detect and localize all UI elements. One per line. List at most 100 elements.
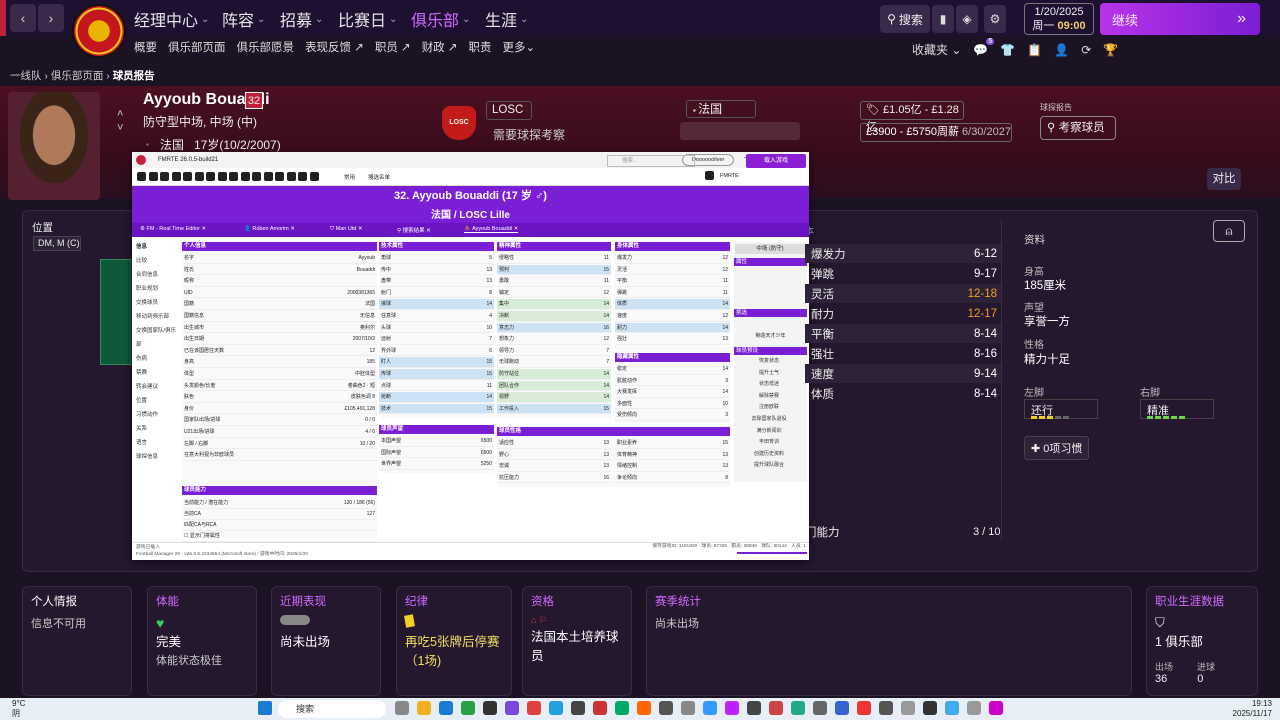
crumb-club-page[interactable]: 俱乐部页面: [51, 70, 104, 82]
toolbar-icon[interactable]: [240, 172, 250, 181]
attr-field-row[interactable]: 盯人 15: [379, 357, 494, 368]
attr-field-row[interactable]: 受伤倾向 3: [615, 410, 730, 421]
attr-field-row[interactable]: 射门 8: [379, 288, 494, 299]
side-menu-item[interactable]: 关系: [136, 422, 180, 436]
attr-field-row[interactable]: 国籍 法国: [182, 299, 377, 310]
taskbar-app-icon[interactable]: [505, 701, 519, 715]
taskbar-app-icon[interactable]: [857, 701, 871, 715]
career-card[interactable]: 职业生涯数据 ⛉ 1 俱乐部 出场 进球 36 0: [1146, 586, 1258, 696]
kit-icon[interactable]: 👕: [1000, 43, 1015, 57]
attr-field-row[interactable]: 多面性 10: [615, 399, 730, 410]
attr-field-row[interactable]: 爆发力 12: [615, 253, 730, 264]
taskbar-app-icon[interactable]: [791, 701, 805, 715]
toolbar-icon[interactable]: [194, 172, 204, 181]
quick-action-button[interactable]: 满分新闻训: [734, 427, 804, 435]
nav-matchday[interactable]: 比赛日 ⌄: [338, 7, 397, 31]
taskbar-app-icon[interactable]: [703, 701, 717, 715]
attr-field-row[interactable]: 大赛发挥 14: [615, 387, 730, 398]
taskbar-app-icon[interactable]: [967, 701, 981, 715]
attr-field-row[interactable]: 身高 185: [182, 357, 377, 368]
attr-field-row[interactable]: 灵活 12: [615, 265, 730, 276]
taskbar-app-icon[interactable]: [637, 701, 651, 715]
attr-field-row[interactable]: 国际声望 6500: [379, 448, 494, 459]
side-menu-item[interactable]: 球探信息: [136, 450, 180, 464]
attr-field-row[interactable]: 国家队出场/进球 0 / 0: [182, 415, 377, 426]
discipline-card[interactable]: 纪律 再吃5张牌后停赛（1场): [396, 586, 512, 696]
side-menu-item[interactable]: 移动到俱乐部: [136, 310, 180, 324]
taskbar-app-icon[interactable]: [417, 701, 431, 715]
attr-field-row[interactable]: 体质 14: [615, 299, 730, 310]
taskbar-app-icon[interactable]: [769, 701, 783, 715]
subnav-more[interactable]: 更多⌄: [503, 39, 536, 55]
fmrte-tb-common[interactable]: 常用: [344, 173, 355, 181]
attr-field-row[interactable]: UID 2000381365: [182, 288, 377, 299]
side-menu-item[interactable]: 比较: [136, 254, 180, 268]
personality-row[interactable]: 体育精神 13: [615, 450, 730, 461]
nav-squad[interactable]: 阵容 ⌄: [222, 7, 265, 31]
toolbar-icon[interactable]: [183, 172, 192, 181]
attr-field-row[interactable]: 团队合作 14: [497, 380, 611, 392]
side-menu-item[interactable]: 习惯动作: [136, 408, 180, 422]
eligibility-card[interactable]: 资格 ⌂ ⚐ 法国本土培养球员: [522, 586, 632, 696]
toolbar-icon[interactable]: [309, 172, 319, 181]
side-menu-item[interactable]: 交换国家队/俱乐部: [136, 324, 180, 352]
toolbar-icon[interactable]: [148, 172, 158, 181]
attr-field-row[interactable]: 在意大利视为非欧球员: [182, 450, 377, 461]
gear-icon[interactable]: ⚙: [984, 5, 1006, 33]
inbox-icon[interactable]: 💬 5: [973, 37, 995, 57]
attr-field-row[interactable]: 头发颜色/长度 卷曲色2 · 短: [182, 381, 377, 392]
taskbar-search[interactable]: 搜索: [278, 700, 386, 718]
taskbar-app-icon[interactable]: [549, 701, 563, 715]
attr-field-row[interactable]: 意志力 16: [497, 322, 611, 334]
side-menu-item[interactable]: 伤病: [136, 352, 180, 366]
side-menu-item[interactable]: 转会建议: [136, 380, 180, 394]
personality-row[interactable]: 忠诚 13: [497, 461, 611, 472]
attr-field-row[interactable]: 姓氏 Bouaddi: [182, 265, 377, 276]
taskbar-app-icon[interactable]: [747, 701, 761, 715]
attr-field-row[interactable]: 体型 中胚体型: [182, 369, 377, 380]
side-menu-item[interactable]: 信息: [136, 240, 180, 254]
side-menu-item[interactable]: 交换球员: [136, 296, 180, 310]
toolbar-icon[interactable]: [252, 172, 261, 181]
nation-field[interactable]: ▪ 法国: [686, 100, 756, 118]
tab-amorim[interactable]: 👤 Rúben Amorim ✕: [244, 226, 295, 232]
side-pick-label[interactable]: 制造天才少年: [734, 332, 807, 339]
attr-field-row[interactable]: 勇敢 11: [497, 276, 611, 287]
chat-icon[interactable]: [705, 171, 714, 180]
attr-field-row[interactable]: 侵略性 11: [497, 253, 611, 264]
fitness-card[interactable]: 体能 ♥ 完美 体能状态极佳: [147, 586, 257, 696]
back-button[interactable]: ‹: [10, 4, 36, 32]
favorites-dropdown[interactable]: 收藏夹 ⌄: [912, 41, 961, 58]
taskbar-app-icon[interactable]: [945, 701, 959, 715]
attr-field-row[interactable]: 稳定 14: [615, 364, 730, 375]
attr-field-row[interactable]: 界外球 6: [379, 346, 494, 357]
toolbar-icon[interactable]: [171, 172, 181, 181]
date-display[interactable]: 1/20/2025 周一 09:00: [1024, 3, 1094, 35]
taskbar-app-icon[interactable]: [901, 701, 915, 715]
fmrte-search-input[interactable]: 搜索...: [607, 155, 695, 167]
search-button[interactable]: ⚲ 搜索: [880, 5, 930, 33]
attr-field-row[interactable]: 名字 Ayyoub: [182, 253, 377, 264]
habits-button[interactable]: ✚ 0项习惯: [1024, 436, 1090, 460]
personality-row[interactable]: 职业素养 15: [615, 438, 730, 449]
ability-row[interactable]: 当前能力 / 潜在能力 130 / 186 (56): [182, 498, 377, 509]
subnav-duties[interactable]: 职责: [469, 39, 492, 55]
taskbar-app-icon[interactable]: [461, 701, 475, 715]
shield-icon[interactable]: ◈: [956, 5, 978, 33]
load-game-button[interactable]: 载入游戏: [746, 154, 806, 168]
zoom-slider[interactable]: [737, 552, 807, 554]
highlight-button[interactable]: ⍝: [1213, 220, 1245, 242]
taskbar-app-icon[interactable]: [593, 701, 607, 715]
taskbar-app-icon[interactable]: [483, 701, 497, 715]
attr-field-row[interactable]: 工作投入 15: [497, 403, 611, 415]
personality-row[interactable]: 适应性 13: [497, 438, 611, 449]
taskbar-app-icon[interactable]: [615, 701, 629, 715]
attr-field-row[interactable]: 盘带 13: [379, 276, 494, 287]
toolbar-icon[interactable]: [263, 172, 273, 181]
club-crest-icon[interactable]: [72, 4, 126, 58]
attr-field-row[interactable]: 弹跳 11: [615, 288, 730, 299]
attr-field-row[interactable]: 速度 12: [615, 311, 730, 322]
attr-field-row[interactable]: 点球 11: [379, 381, 494, 392]
personality-row[interactable]: 争论倾向 8: [615, 473, 730, 484]
quick-action-button[interactable]: 解除禁赛: [734, 392, 804, 400]
